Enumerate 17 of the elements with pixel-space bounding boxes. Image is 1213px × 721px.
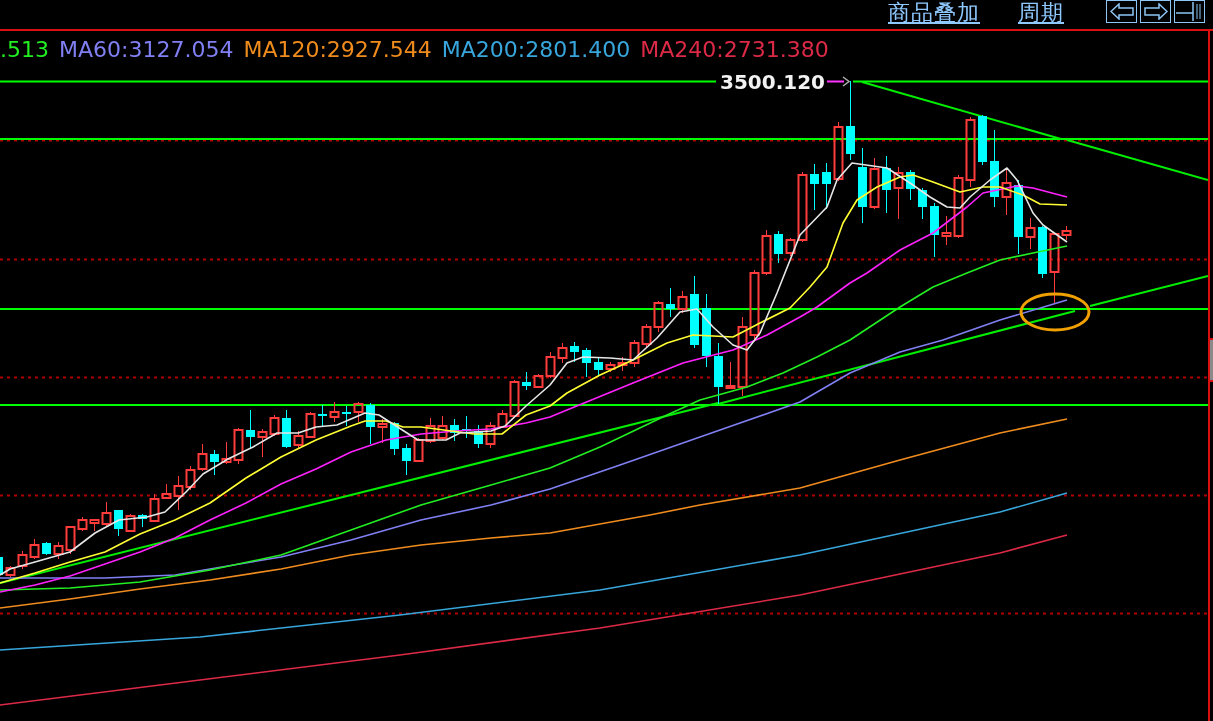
legend-value: MA120:2927.544 [243,37,432,63]
toolbar-link[interactable]: 周期 [1018,0,1064,25]
right-arrow-icon [1143,3,1168,20]
scroll-right-button[interactable] [1140,0,1171,23]
scroll-left-button[interactable] [1106,0,1137,23]
layout-icon [1176,2,1203,21]
legend-value: MA200:2801.400 [441,37,631,63]
legend-value: MA240:2731.380 [640,37,829,63]
highlight-ellipse [1019,292,1091,332]
legend-value: MA60:3127.054 [59,37,234,63]
legend-value: .513 [0,37,49,63]
toolbar-link[interactable]: 商品叠加 [888,0,980,25]
peak-arrow [826,76,851,87]
scrollbar-thumb[interactable] [1210,338,1213,382]
left-arrow-icon [1109,3,1134,20]
layout-button[interactable] [1174,0,1205,23]
peak-price-label: 3500.120 [720,70,825,94]
